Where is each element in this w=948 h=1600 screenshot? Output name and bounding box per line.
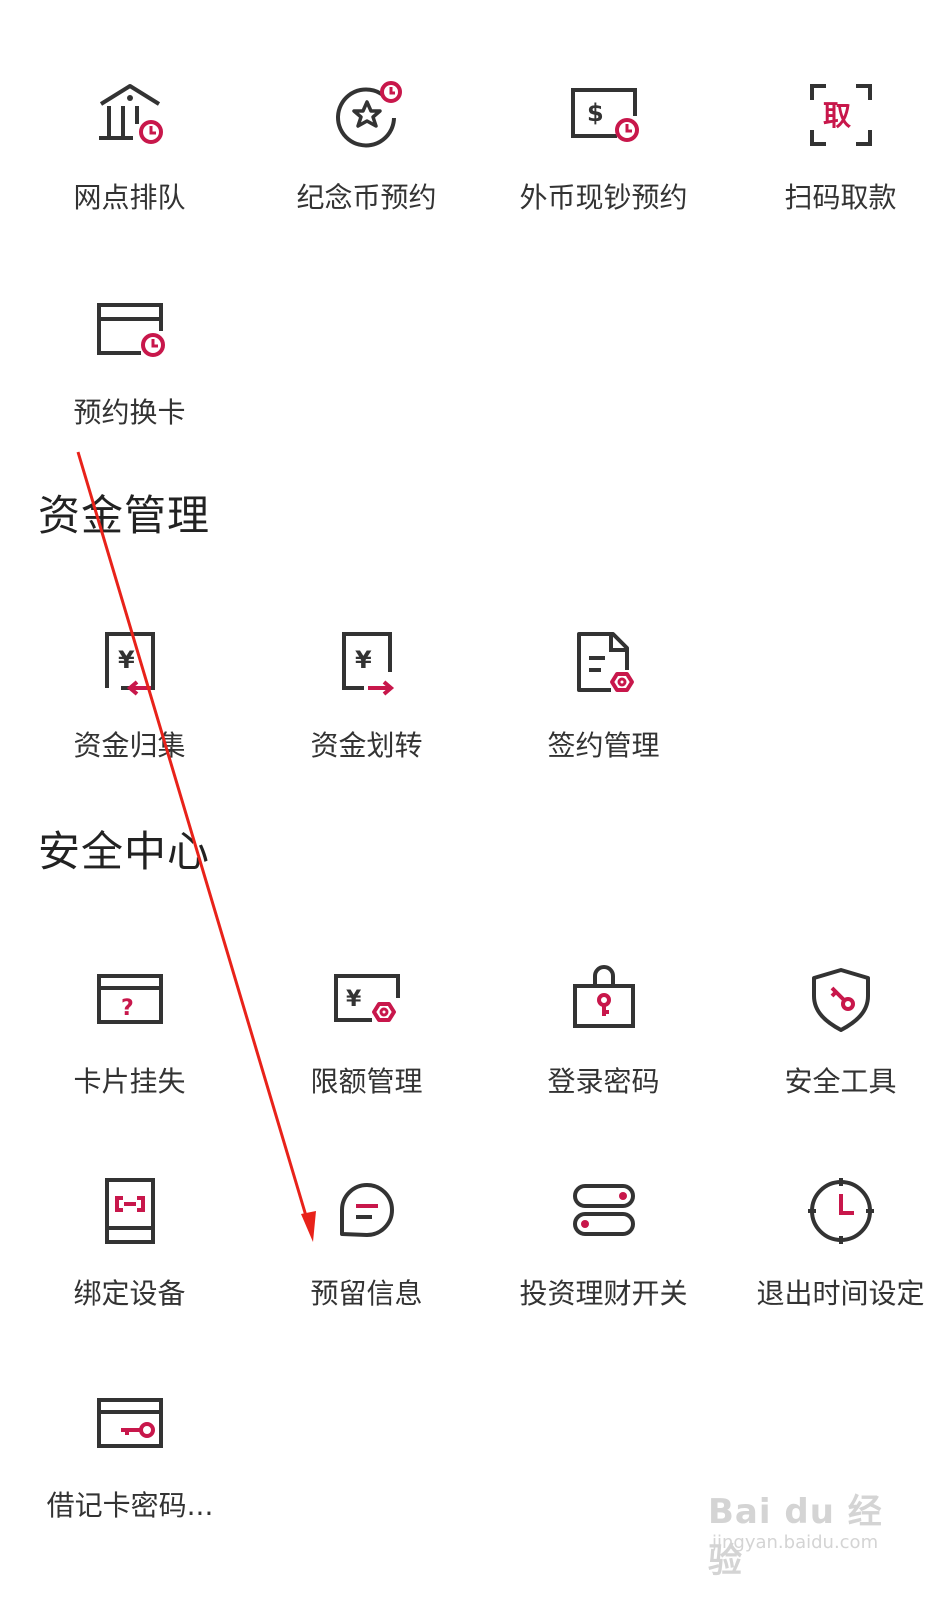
grid-item-commemorative-coin[interactable]: 纪念币预约 — [248, 80, 485, 250]
yuan-limit-gear-icon: ¥ — [332, 964, 402, 1034]
dollar-note-clock-icon: $ — [569, 80, 639, 150]
grid-item-label: 纪念币预约 — [296, 181, 437, 214]
grid-item-label: 借记卡密码... — [46, 1489, 214, 1522]
section-title-security-center: 安全中心 — [38, 827, 211, 876]
svg-text:$: $ — [587, 99, 604, 127]
grid-item-card-replacement[interactable]: 预约换卡 — [11, 295, 248, 465]
grid-item-login-password[interactable]: 登录密码 — [485, 964, 722, 1134]
watermark-logo: Bai du 经验 jingyan.baidu.com — [708, 1470, 908, 1581]
grid-item-label: 资金划转 — [310, 729, 423, 762]
grid-item-label: 绑定设备 — [73, 1277, 186, 1310]
svg-text:?: ? — [121, 996, 134, 1021]
star-coin-clock-icon — [332, 80, 402, 150]
grid-item-security-tools[interactable]: 安全工具 — [722, 964, 948, 1134]
svg-text:¥: ¥ — [355, 646, 372, 674]
bank-clock-icon — [95, 80, 165, 150]
grid-item-logout-time[interactable]: 退出时间设定 — [722, 1176, 948, 1346]
grid-item-label: 安全工具 — [784, 1065, 897, 1098]
grid-item-reserved-info[interactable]: 预留信息 — [248, 1176, 485, 1346]
grid-item-label: 登录密码 — [547, 1065, 660, 1098]
grid-item-fund-transfer[interactable]: ¥ 资金划转 — [248, 628, 485, 798]
clock-icon — [806, 1176, 876, 1246]
grid-item-label: 退出时间设定 — [756, 1277, 925, 1310]
grid-item-debit-card-password[interactable]: 借记卡密码... — [11, 1388, 248, 1558]
grid-item-label: 卡片挂失 — [73, 1065, 186, 1098]
grid-item-branch-queue[interactable]: 网点排队 — [11, 80, 248, 250]
toggle-switch-icon — [569, 1176, 639, 1246]
svg-text:¥: ¥ — [346, 987, 362, 1012]
grid-item-fund-collection[interactable]: ¥ 资金归集 — [11, 628, 248, 798]
phone-link-icon — [95, 1176, 165, 1246]
grid-item-label: 签约管理 — [547, 729, 660, 762]
watermark-url: jingyan.baidu.com — [712, 1532, 879, 1553]
section-title-fund-management: 资金管理 — [38, 491, 211, 540]
grid-item-label: 投资理财开关 — [519, 1277, 688, 1310]
lock-key-icon — [569, 964, 639, 1034]
grid-item-label: 预留信息 — [310, 1277, 423, 1310]
card-question-icon: ? — [95, 964, 165, 1034]
grid-item-label: 资金归集 — [73, 729, 186, 762]
chat-bubble-icon — [332, 1176, 402, 1246]
grid-item-card-loss[interactable]: ? 卡片挂失 — [11, 964, 248, 1134]
card-key-icon — [95, 1388, 165, 1458]
svg-text:¥: ¥ — [118, 646, 135, 674]
grid-item-contract-management[interactable]: 签约管理 — [485, 628, 722, 798]
yuan-collect-icon: ¥ — [95, 628, 165, 698]
grid-item-scan-withdraw[interactable]: 取 扫码取款 — [722, 80, 948, 250]
card-clock-icon — [95, 295, 165, 365]
scan-withdraw-icon: 取 — [806, 80, 876, 150]
shield-key-icon — [806, 964, 876, 1034]
grid-item-investment-switch[interactable]: 投资理财开关 — [485, 1176, 722, 1346]
grid-item-bind-device[interactable]: 绑定设备 — [11, 1176, 248, 1346]
grid-item-label: 网点排队 — [73, 181, 186, 214]
grid-item-foreign-cash[interactable]: $ 外币现钞预约 — [485, 80, 722, 250]
contract-gear-icon — [569, 628, 639, 698]
grid-item-label: 外币现钞预约 — [519, 181, 688, 214]
grid-item-label: 扫码取款 — [784, 181, 897, 214]
yuan-transfer-icon: ¥ — [332, 628, 402, 698]
grid-item-limit-management[interactable]: ¥ 限额管理 — [248, 964, 485, 1134]
grid-item-label: 限额管理 — [310, 1065, 423, 1098]
grid-item-label: 预约换卡 — [73, 396, 186, 429]
svg-text:取: 取 — [823, 99, 851, 132]
